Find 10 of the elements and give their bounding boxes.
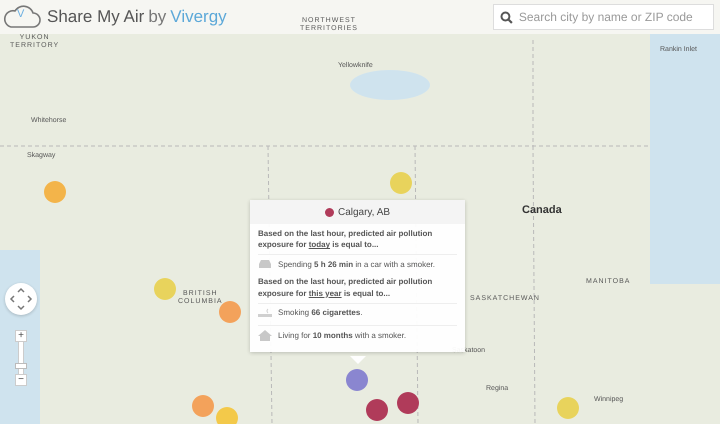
exposure-item: Spending 5 h 26 min in a car with a smoker.	[278, 260, 435, 269]
exposure-item: Living for 10 months with a smoker.	[278, 330, 406, 340]
exposure-item: Smoking 66 cigarettes.	[278, 308, 363, 318]
map-label: Canada	[522, 204, 562, 216]
logo-letter: V	[17, 8, 24, 20]
exposure-text: Based on the last hour, predicted air pollution exposure for today is equal to...	[258, 228, 434, 250]
by-text: by	[148, 7, 166, 27]
city-name: Calgary, AB	[338, 206, 390, 218]
exposure-text: Based on the last hour, predicted air pollution exposure for this year is equal to...	[258, 276, 434, 299]
app-title: Share My Air	[47, 7, 144, 27]
